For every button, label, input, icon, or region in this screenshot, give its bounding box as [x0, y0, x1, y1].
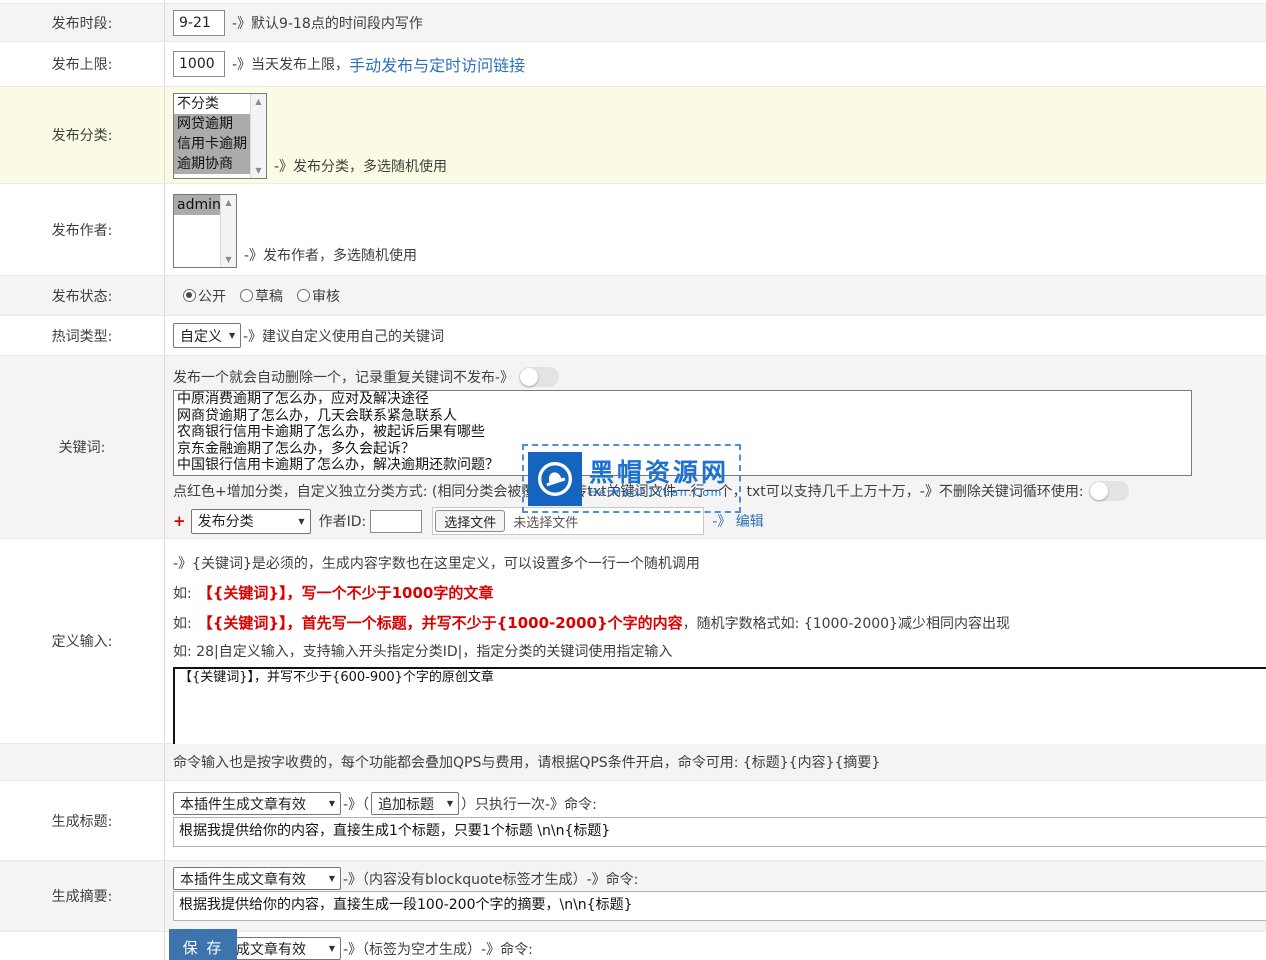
- publish-time-input[interactable]: [173, 10, 225, 36]
- listbox-scrollbar[interactable]: ▲ ▼: [250, 94, 266, 178]
- radio-selected-icon[interactable]: [183, 289, 196, 302]
- publish-status-label: 发布状态:: [0, 276, 165, 315]
- auto-delete-toggle-label: 发布一个就会自动删除一个，记录重复关键词不发布-》: [173, 367, 514, 387]
- publish-category-label: 发布分类:: [0, 87, 165, 183]
- chevron-down-icon: ▼: [298, 517, 304, 526]
- keyword-loop-toggle[interactable]: [1089, 481, 1129, 501]
- command-note-text: 命令输入也是按字收费的，每个功能都会叠加QPS与费用，请根据QPS条件开启，命令…: [173, 752, 880, 772]
- gen-summary-label: 生成摘要:: [0, 861, 165, 931]
- gen-title-command-textarea[interactable]: 根据我提供给你的内容，直接生成1个标题，只要1个标题 \n\n{标题}: [173, 817, 1266, 847]
- gen-title-label: 生成标题:: [0, 781, 165, 860]
- category-option[interactable]: 信用卡逾期: [174, 134, 250, 154]
- scroll-up-icon[interactable]: ▲: [225, 198, 231, 207]
- gen-title-scope-select[interactable]: 本插件生成文章有效 ▼: [173, 792, 341, 815]
- scroll-down-icon[interactable]: ▼: [225, 255, 231, 264]
- add-category-button[interactable]: +: [173, 512, 186, 530]
- keywords-label: 关键词:: [0, 356, 165, 538]
- radio-draft[interactable]: 草稿: [240, 286, 283, 306]
- keyword-file-input[interactable]: 选择文件 未选择文件: [432, 507, 704, 535]
- example-3: 如: 28|自定义输入，支持输入开头指定分类ID|，指定分类的关键词使用指定输入: [173, 641, 672, 661]
- listbox-scrollbar[interactable]: ▲ ▼: [220, 195, 236, 267]
- chevron-down-icon: ▼: [329, 874, 335, 883]
- category-option[interactable]: 网贷逾期: [174, 114, 250, 134]
- keywords-textarea[interactable]: 中原消费逾期了怎么办，应对及解决途径 网商贷逾期了怎么办，几天会联系紧急联系人 …: [173, 390, 1192, 476]
- hotword-type-select[interactable]: 自定义 ▼: [173, 323, 241, 348]
- publish-time-label: 发布时段:: [0, 4, 165, 41]
- radio-public[interactable]: 公开: [183, 286, 226, 306]
- row-publish-limit: 发布上限: -》当天发布上限， 手动发布与定时访问链接: [0, 42, 1266, 87]
- author-id-label: 作者ID:: [319, 511, 367, 531]
- row-command-note: 命令输入也是按字收费的，每个功能都会叠加QPS与费用，请根据QPS条件开启，命令…: [0, 744, 1266, 781]
- row-publish-category: 发布分类: 不分类 网贷逾期 信用卡逾期 逾期协商 ▲ ▼ -》发布分类，多选随…: [0, 87, 1266, 184]
- row-publish-time: 发布时段: -》默认9-18点的时间段内写作: [0, 4, 1266, 42]
- keyword-category-select[interactable]: 发布分类 ▼: [191, 509, 311, 534]
- row-publish-status: 发布状态: 公开 草稿 审核: [0, 276, 1266, 316]
- publish-limit-desc: -》当天发布上限，: [232, 54, 349, 74]
- publish-limit-input[interactable]: [173, 51, 225, 77]
- scroll-down-icon[interactable]: ▼: [255, 166, 261, 175]
- chevron-down-icon: ▼: [229, 331, 235, 340]
- gen-summary-scope-select[interactable]: 本插件生成文章有效 ▼: [173, 867, 341, 890]
- scroll-up-icon[interactable]: ▲: [255, 97, 261, 106]
- author-id-input[interactable]: [370, 510, 422, 533]
- example-red-1: 【{关键词}】，写一个不少于1000字的文章: [198, 582, 494, 603]
- row-gen-title: 生成标题: 本插件生成文章有效 ▼ -》（ 追加标题 ▼ ）只执行一次-》命令:…: [0, 781, 1266, 861]
- gen-tag-condition: -》（标签为空才生成）-》命令:: [343, 939, 533, 959]
- publish-time-desc: -》默认9-18点的时间段内写作: [232, 13, 423, 33]
- chevron-down-icon: ▼: [447, 799, 453, 808]
- radio-icon[interactable]: [240, 289, 253, 302]
- example-2-note: ，随机字数格式如: {1000-2000}减少相同内容出现: [683, 613, 1010, 633]
- example-red-2: 【{关键词}】，首先写一个标题，并写不少于{1000-2000}个字的内容: [198, 612, 683, 633]
- author-option[interactable]: admin: [174, 195, 220, 215]
- chevron-down-icon: ▼: [329, 944, 335, 953]
- category-option[interactable]: 逾期协商: [174, 154, 250, 174]
- gen-summary-command-textarea[interactable]: 根据我提供给你的内容，直接生成一段100-200个字的摘要，\n\n{标题}: [173, 891, 1266, 921]
- row-hotword-type: 热词类型: 自定义 ▼ -》建议自定义使用自己的关键词: [0, 316, 1266, 356]
- publish-author-desc: -》发布作者，多选随机使用: [244, 245, 417, 265]
- chevron-down-icon: ▼: [329, 799, 335, 808]
- radio-icon[interactable]: [297, 289, 310, 302]
- hotword-type-desc: -》建议自定义使用自己的关键词: [243, 326, 444, 346]
- define-input-label: 定义输入:: [0, 539, 165, 743]
- radio-review[interactable]: 审核: [297, 286, 340, 306]
- choose-file-button[interactable]: 选择文件: [435, 510, 505, 532]
- category-option[interactable]: 不分类: [174, 94, 250, 114]
- row-define-input: 定义输入: -》{关键词}是必须的，生成内容字数也在这里定义，可以设置多个一行一…: [0, 539, 1266, 744]
- row-keywords: 关键词: 发布一个就会自动删除一个，记录重复关键词不发布-》 中原消费逾期了怎么…: [0, 356, 1266, 539]
- publish-author-listbox[interactable]: admin ▲ ▼: [173, 194, 237, 268]
- row-publish-author: 发布作者: admin ▲ ▼ -》发布作者，多选随机使用: [0, 184, 1266, 276]
- manual-publish-link[interactable]: 手动发布与定时访问链接: [349, 52, 525, 76]
- save-button[interactable]: 保 存: [169, 929, 237, 960]
- keywords-hint: 点红色+增加分类，自定义独立分类方式: (相同分类会被覆盖) 上传txt关键词文…: [173, 481, 1084, 501]
- hotword-type-label: 热词类型:: [0, 316, 165, 355]
- publish-category-desc: -》发布分类，多选随机使用: [274, 156, 447, 176]
- auto-delete-toggle[interactable]: [519, 367, 559, 387]
- gen-title-mode-select[interactable]: 追加标题 ▼: [371, 792, 459, 815]
- define-input-note: -》{关键词}是必须的，生成内容字数也在这里定义，可以设置多个一行一个随机调用: [173, 553, 700, 573]
- file-status-text: 未选择文件: [513, 512, 578, 531]
- publish-limit-label: 发布上限:: [0, 42, 165, 86]
- define-input-textarea[interactable]: 【{关键词}】，并写不少于{600-900}个字的原创文章: [173, 667, 1266, 747]
- edit-keywords-link[interactable]: -》 编辑: [712, 511, 764, 531]
- publish-author-label: 发布作者:: [0, 184, 165, 275]
- row-gen-tag-partial: 保 存 本插件生成文章有效 ▼ -》（标签为空才生成）-》命令:: [0, 932, 1266, 960]
- row-gen-summary: 生成摘要: 本插件生成文章有效 ▼ -》（内容没有blockquote标签才生成…: [0, 861, 1266, 932]
- publish-category-listbox[interactable]: 不分类 网贷逾期 信用卡逾期 逾期协商 ▲ ▼: [173, 93, 267, 179]
- plugin-settings-page: 发布时段: -》默认9-18点的时间段内写作 发布上限: -》当天发布上限， 手…: [0, 0, 1266, 960]
